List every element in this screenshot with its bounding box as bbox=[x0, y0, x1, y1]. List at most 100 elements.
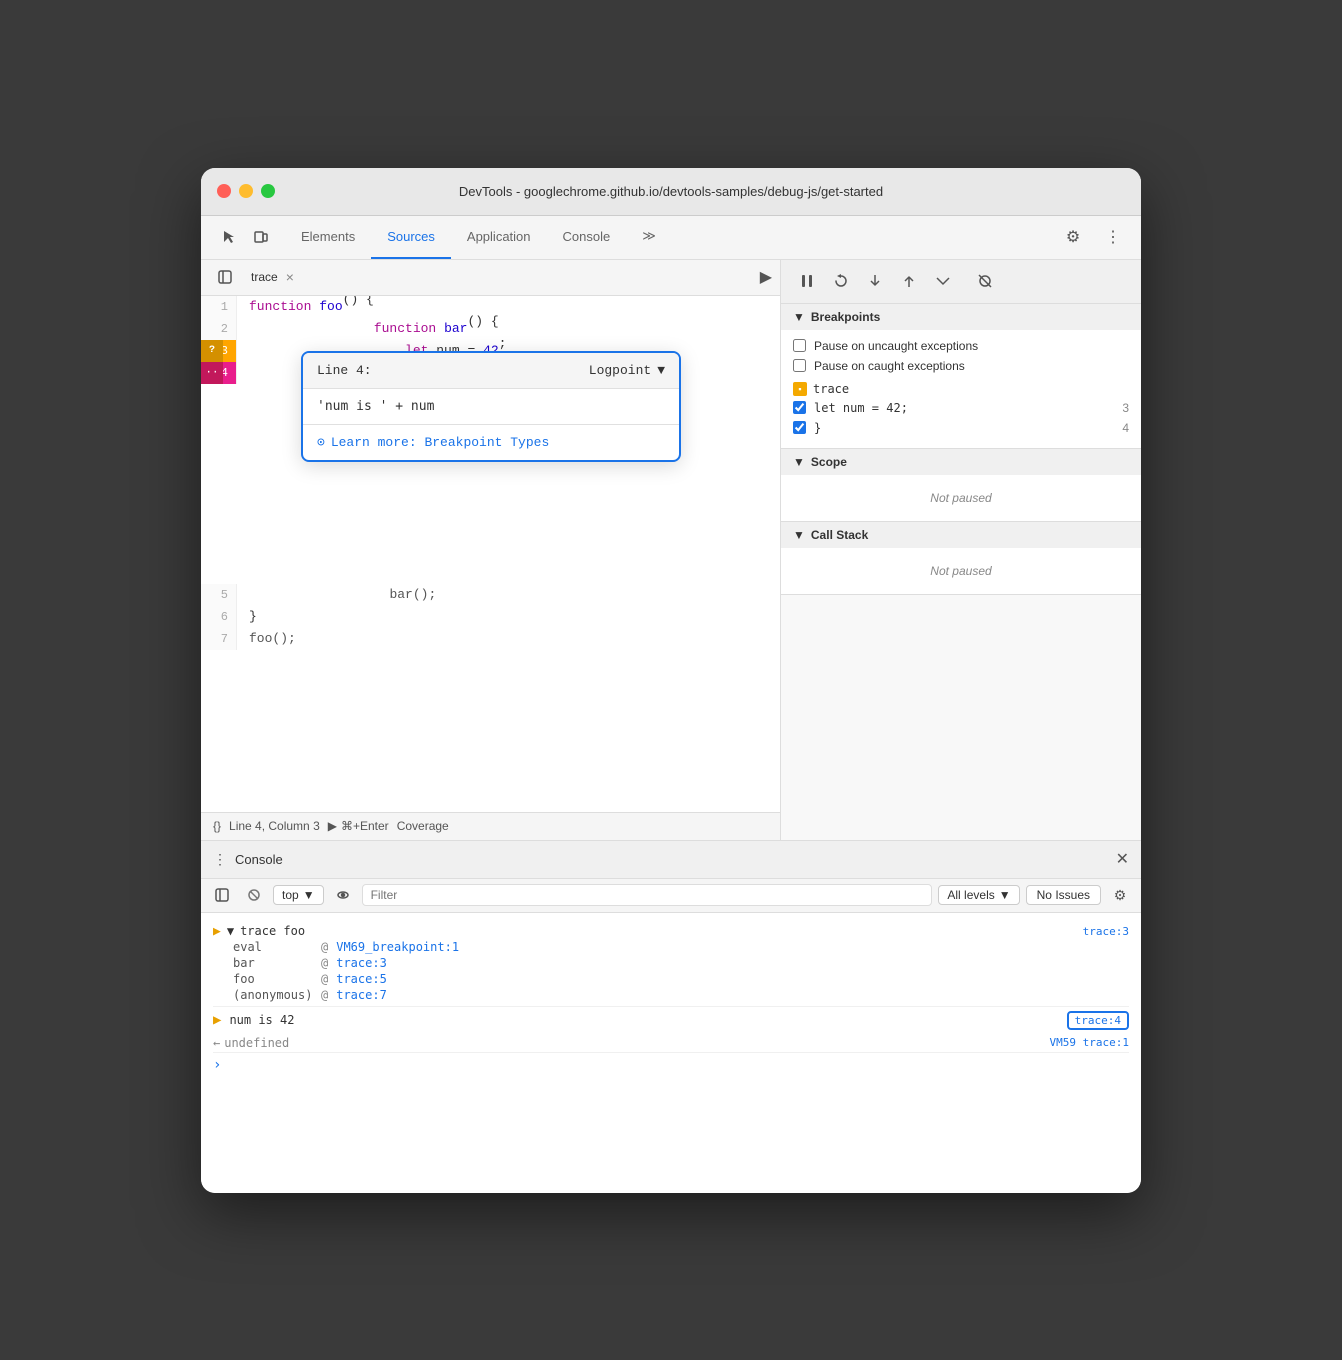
scope-section: ▼ Scope Not paused bbox=[781, 449, 1141, 522]
more-options-icon[interactable]: ⋮ bbox=[1097, 221, 1129, 253]
console-content: ▶ ▼ trace foo trace:3 eval @ VM69_breakp… bbox=[201, 913, 1141, 1193]
editor-tab-close[interactable]: × bbox=[286, 270, 294, 284]
stack-link-anon[interactable]: trace:7 bbox=[336, 988, 387, 1002]
device-icon[interactable] bbox=[245, 221, 277, 253]
callstack-section: ▼ Call Stack Not paused bbox=[781, 522, 1141, 595]
tab-sources[interactable]: Sources bbox=[371, 215, 451, 259]
output-warning-icon: ▶ bbox=[213, 1012, 221, 1028]
breakpoints-triangle-icon: ▼ bbox=[793, 310, 805, 324]
stack-at-eval: @ bbox=[321, 940, 328, 954]
line-num-6[interactable]: 6 bbox=[201, 606, 237, 628]
trace-filename: trace bbox=[813, 382, 849, 396]
console-clear-button[interactable] bbox=[241, 882, 267, 908]
run-button[interactable]: ▶ ⌘+Enter bbox=[328, 819, 389, 833]
bp-line-3: 3 bbox=[1122, 401, 1129, 415]
console-close-button[interactable]: ✕ bbox=[1116, 849, 1129, 869]
no-issues-label: No Issues bbox=[1037, 888, 1090, 902]
logpoint-type-selector[interactable]: Logpoint ▼ bbox=[589, 363, 665, 378]
bp-checkbox-3[interactable] bbox=[793, 401, 806, 414]
maximize-button[interactable] bbox=[261, 184, 275, 198]
line-num-5[interactable]: 5 bbox=[201, 584, 237, 606]
pause-resume-button[interactable] bbox=[793, 267, 821, 295]
line-num-3[interactable]: ? 3 bbox=[201, 340, 237, 362]
console-drag-icon[interactable]: ⋮ bbox=[213, 851, 227, 868]
status-bar: {} Line 4, Column 3 ▶ ⌘+Enter Coverage bbox=[201, 812, 780, 840]
breakpoint-item-4: } 4 bbox=[793, 418, 1129, 438]
breakpoints-section: ▼ Breakpoints Pause on uncaught exceptio… bbox=[781, 304, 1141, 449]
console-sidebar-toggle[interactable] bbox=[209, 882, 235, 908]
tab-more[interactable]: ≫ bbox=[626, 215, 672, 259]
console-input-field[interactable] bbox=[229, 1058, 1129, 1072]
status-bar-coverage: Coverage bbox=[397, 819, 449, 833]
console-group-header[interactable]: ▶ ▼ trace foo trace:3 bbox=[213, 924, 1129, 939]
console-filter-input[interactable] bbox=[362, 884, 933, 906]
pause-uncaught-checkbox[interactable] bbox=[793, 339, 806, 352]
scope-section-header[interactable]: ▼ Scope bbox=[781, 449, 1141, 475]
stack-link-bar[interactable]: trace:3 bbox=[336, 956, 387, 970]
line-num-1[interactable]: 1 bbox=[201, 296, 237, 318]
logpoint-learn-more-link[interactable]: ⊙ Learn more: Breakpoint Types bbox=[317, 435, 549, 450]
undefined-text: undefined bbox=[224, 1036, 289, 1050]
pause-uncaught-label: Pause on uncaught exceptions bbox=[814, 339, 978, 353]
line-content-6: } bbox=[237, 606, 780, 628]
line-num-7[interactable]: 7 bbox=[201, 628, 237, 650]
main-toolbar: Elements Sources Application Console ≫ ⚙… bbox=[201, 216, 1141, 260]
no-issues-button[interactable]: No Issues bbox=[1026, 885, 1101, 905]
code-editor: 1 function foo() { 2 function bar() { ? bbox=[201, 296, 780, 812]
logpoint-link-icon: ⊙ bbox=[317, 435, 325, 450]
console-settings-button[interactable]: ⚙ bbox=[1107, 882, 1133, 908]
breakpoints-section-content: Pause on uncaught exceptions Pause on ca… bbox=[781, 330, 1141, 448]
stack-label-foo: foo bbox=[233, 972, 313, 986]
tab-console[interactable]: Console bbox=[547, 215, 627, 259]
code-lines-lower: 5 bar(); 6 } 7 foo(); bbox=[201, 584, 780, 650]
editor-tab-trace[interactable]: trace × bbox=[241, 259, 304, 295]
logpoint-type-label: Logpoint bbox=[589, 363, 651, 378]
console-eye-button[interactable] bbox=[330, 882, 356, 908]
breakpoint-item-3: let num = 42; 3 bbox=[793, 398, 1129, 418]
pause-caught-checkbox[interactable] bbox=[793, 359, 806, 372]
step-over-button[interactable] bbox=[827, 267, 855, 295]
breakpoints-section-header[interactable]: ▼ Breakpoints bbox=[781, 304, 1141, 330]
step-next-button[interactable] bbox=[929, 267, 957, 295]
logpoint-dropdown-icon: ▼ bbox=[657, 363, 665, 378]
minimize-button[interactable] bbox=[239, 184, 253, 198]
debug-toolbar bbox=[781, 260, 1141, 304]
logpoint-expression-input[interactable] bbox=[317, 399, 665, 414]
stack-link-eval[interactable]: VM69_breakpoint:1 bbox=[336, 940, 459, 954]
logpoint-link-text: Learn more: Breakpoint Types bbox=[331, 435, 549, 450]
step-into-button[interactable] bbox=[861, 267, 889, 295]
settings-icon[interactable]: ⚙ bbox=[1057, 221, 1089, 253]
callstack-empty-message: Not paused bbox=[781, 548, 1141, 594]
group-link[interactable]: trace:3 bbox=[1083, 925, 1129, 938]
step-out-button[interactable] bbox=[895, 267, 923, 295]
pause-uncaught-row: Pause on uncaught exceptions bbox=[793, 336, 1129, 356]
close-button[interactable] bbox=[217, 184, 231, 198]
editor-tab-label: trace bbox=[251, 270, 278, 284]
callstack-section-header[interactable]: ▼ Call Stack bbox=[781, 522, 1141, 548]
line-num-4[interactable]: ·· 4 bbox=[201, 362, 237, 384]
undefined-link[interactable]: VM59 trace:1 bbox=[1050, 1036, 1129, 1049]
console-context-selector[interactable]: top ▼ bbox=[273, 885, 324, 905]
stack-at-bar: @ bbox=[321, 956, 328, 970]
console-log-level-selector[interactable]: All levels ▼ bbox=[938, 885, 1019, 905]
callstack-triangle-icon: ▼ bbox=[793, 528, 805, 542]
output-link[interactable]: trace:4 bbox=[1067, 1011, 1129, 1030]
stack-item-foo: foo @ trace:5 bbox=[213, 971, 1129, 987]
line-content-7: foo(); bbox=[237, 628, 780, 650]
deactivate-breakpoints-button[interactable] bbox=[971, 267, 999, 295]
code-line-7: 7 foo(); bbox=[201, 628, 780, 650]
sidebar-toggle-icon[interactable] bbox=[209, 261, 241, 293]
stack-link-foo[interactable]: trace:5 bbox=[336, 972, 387, 986]
tab-application[interactable]: Application bbox=[451, 215, 547, 259]
context-dropdown-icon: ▼ bbox=[303, 888, 315, 902]
stack-label-eval: eval bbox=[233, 940, 313, 954]
group-warning-icon: ▶ bbox=[213, 924, 221, 939]
cursor-icon[interactable] bbox=[213, 221, 245, 253]
tab-elements[interactable]: Elements bbox=[285, 215, 371, 259]
editor-tab-expander[interactable]: ▶ bbox=[760, 267, 772, 287]
editor-tabs: trace × ▶ bbox=[201, 260, 780, 296]
line-num-2[interactable]: 2 bbox=[201, 318, 237, 340]
bp-checkbox-4[interactable] bbox=[793, 421, 806, 434]
pause-caught-label: Pause on caught exceptions bbox=[814, 359, 965, 373]
devtools-window: DevTools - googlechrome.github.io/devtoo… bbox=[201, 168, 1141, 1193]
